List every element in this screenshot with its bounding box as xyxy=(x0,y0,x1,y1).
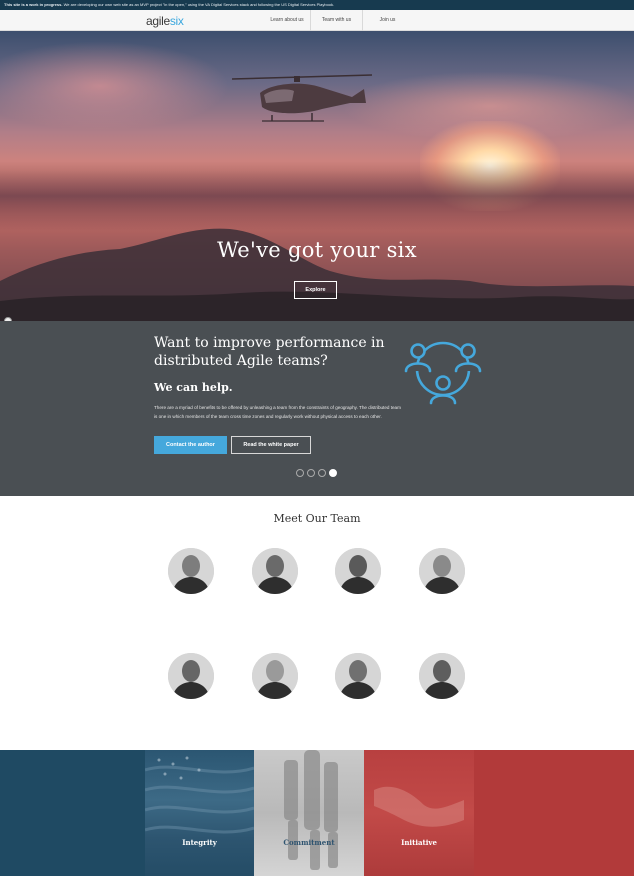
team-network-icon xyxy=(404,341,482,405)
carousel-dots xyxy=(296,469,337,477)
team-member-avatar[interactable] xyxy=(335,653,381,699)
promo-title: Want to improve performance in distribut… xyxy=(154,335,385,369)
logo-agile: agile xyxy=(146,14,170,28)
team-member-avatar[interactable] xyxy=(419,653,465,699)
team-member-avatar[interactable] xyxy=(419,548,465,594)
hero-mountain xyxy=(0,228,634,321)
value-label-integrity: Integrity xyxy=(182,838,217,847)
contact-author-button[interactable]: Contact the author xyxy=(154,436,227,454)
carousel-dot[interactable] xyxy=(307,469,315,477)
main-nav: Learn about us Team with us Join us xyxy=(264,10,412,31)
carousel-dot-active[interactable] xyxy=(329,469,337,477)
value-integrity[interactable]: Integrity xyxy=(145,750,254,876)
banner-bold: This site is a work in progress. xyxy=(4,2,63,7)
promo-body: There are a myriad of benefits to be off… xyxy=(154,405,401,419)
hero-section: We've got your six Explore xyxy=(0,31,634,321)
site-header: agilesix Learn about us Team with us Joi… xyxy=(0,10,634,31)
logo[interactable]: agilesix xyxy=(146,14,184,28)
soldiers-image xyxy=(284,750,338,870)
handshake-image xyxy=(374,786,464,827)
helicopter-image xyxy=(232,74,372,122)
nav-join-us[interactable]: Join us xyxy=(362,10,412,31)
logo-six: six xyxy=(169,14,184,28)
team-member-avatar[interactable] xyxy=(252,653,298,699)
team-member-avatar[interactable] xyxy=(252,548,298,594)
team-member-avatar[interactable] xyxy=(335,548,381,594)
value-label-commitment: Commitment xyxy=(283,838,335,847)
nav-learn-about-us[interactable]: Learn about us xyxy=(264,10,310,31)
banner-text: We are developing our own web site as an… xyxy=(63,2,335,7)
value-commitment[interactable]: Commitment xyxy=(254,750,364,876)
wip-banner: This site is a work in progress. We are … xyxy=(0,0,634,10)
flag-image xyxy=(145,756,254,834)
team-section-title: Meet Our Team xyxy=(273,512,361,525)
carousel-dot[interactable] xyxy=(318,469,326,477)
team-member-avatar[interactable] xyxy=(168,548,214,594)
values-left-panel xyxy=(0,750,145,876)
carousel-dot[interactable] xyxy=(296,469,304,477)
values-section: Integrity Commitment Initiative xyxy=(0,750,634,876)
promo-section: Want to improve performance in distribut… xyxy=(0,321,634,496)
promo-subtitle: We can help. xyxy=(154,381,233,394)
values-right-panel xyxy=(474,750,634,876)
explore-button[interactable]: Explore xyxy=(294,281,337,299)
white-paper-button[interactable]: Read the white paper xyxy=(231,436,311,454)
nav-team-with-us[interactable]: Team with us xyxy=(310,10,362,31)
hero-title: We've got your six xyxy=(217,238,417,262)
value-label-initiative: Initiative xyxy=(401,838,437,847)
hero-cloud xyxy=(0,41,230,131)
team-member-avatar[interactable] xyxy=(168,653,214,699)
value-initiative[interactable]: Initiative xyxy=(364,750,474,876)
